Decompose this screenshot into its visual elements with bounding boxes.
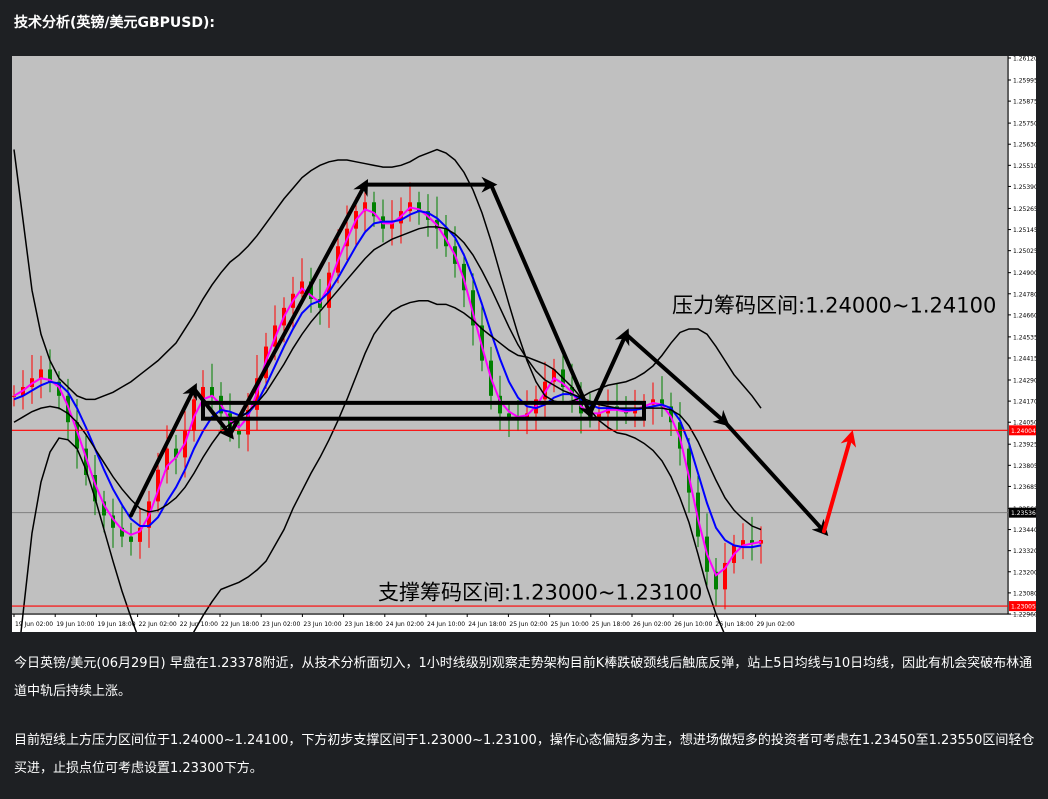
- analysis-paragraph-2: 目前短线上方压力区间位于1.24000~1.24100，下方初步支撑区间于1.2…: [14, 733, 1035, 776]
- y-tick-label: 1.24660: [1013, 312, 1036, 319]
- y-tick-label: 1.24290: [1013, 377, 1036, 384]
- x-tick-label: 19 Jun 02:00: [15, 621, 53, 628]
- current-price-badge: 1.23536: [1011, 510, 1036, 517]
- y-tick-label: 1.25265: [1013, 206, 1036, 213]
- x-tick-label: 23 Jun 18:00: [345, 621, 383, 628]
- y-tick-label: 1.24900: [1013, 270, 1036, 277]
- y-tick-label: 1.23440: [1013, 527, 1036, 534]
- x-tick-label: 26 Jun 10:00: [674, 621, 712, 628]
- x-tick-label: 29 Jun 02:00: [757, 621, 795, 628]
- y-tick-label: 1.25630: [1013, 142, 1036, 149]
- x-tick-label: 22 Jun 18:00: [221, 621, 259, 628]
- x-tick-label: 25 Jun 02:00: [509, 621, 547, 628]
- y-tick-label: 1.26120: [1013, 56, 1036, 63]
- x-tick-label: 24 Jun 10:00: [427, 621, 465, 628]
- y-tick-label: 1.25995: [1013, 77, 1036, 84]
- y-tick-label: 1.23320: [1013, 548, 1036, 555]
- y-tick-label: 1.24535: [1013, 334, 1036, 341]
- x-tick-label: 23 Jun 10:00: [303, 621, 341, 628]
- candle-body: [210, 387, 214, 396]
- x-tick-label: 25 Jun 10:00: [551, 621, 589, 628]
- x-tick-label: 22 Jun 02:00: [139, 621, 177, 628]
- y-tick-label: 1.25145: [1013, 227, 1036, 234]
- candle-body: [39, 369, 43, 379]
- y-tick-label: 1.24780: [1013, 291, 1036, 298]
- support-price-badge: 1.23005: [1011, 604, 1036, 611]
- resistance-price-badge: 1.24004: [1011, 428, 1036, 435]
- forex-chart: 1.26120 1.25995 1.25875 1.25750 1.25630 1.255…: [12, 56, 1036, 632]
- y-tick-label: 1.24415: [1013, 355, 1036, 362]
- x-tick-label: 24 Jun 18:00: [468, 621, 506, 628]
- x-tick-label: 24 Jun 02:00: [386, 621, 424, 628]
- chart-svg: 1.26120 1.25995 1.25875 1.25750 1.25630 1.255…: [12, 56, 1036, 632]
- page-heading: 技术分析(英镑/美元GBPUSD):: [14, 15, 216, 31]
- candle-body: [507, 413, 511, 417]
- x-tick-label: 19 Jun 18:00: [97, 621, 135, 628]
- x-tick-label: 19 Jun 10:00: [56, 621, 94, 628]
- y-tick-label: 1.23200: [1013, 569, 1036, 576]
- y-tick-label: 1.25390: [1013, 184, 1036, 191]
- y-tick-label: 1.25025: [1013, 248, 1036, 255]
- y-tick-label: 1.25875: [1013, 99, 1036, 106]
- analysis-paragraph-1: 今日英镑/美元(06月29日) 早盘在1.23378附近，从技术分析面切入，1小…: [14, 656, 1033, 699]
- resistance-zone-label: 压力筹码区间:1.24000~1.24100: [672, 293, 996, 317]
- x-tick-label: 26 Jun 02:00: [633, 621, 671, 628]
- x-tick-label: 25 Jun 18:00: [592, 621, 630, 628]
- candle-body: [129, 536, 133, 542]
- y-tick-label: 1.25750: [1013, 121, 1036, 128]
- y-tick-label: 1.23685: [1013, 484, 1036, 491]
- y-tick-label: 1.24170: [1013, 399, 1036, 406]
- candle-body: [237, 431, 241, 435]
- x-tick-label: 23 Jun 02:00: [262, 621, 300, 628]
- y-tick-label: 1.22960: [1013, 612, 1036, 619]
- y-tick-label: 1.23080: [1013, 590, 1036, 597]
- y-tick-label: 1.23805: [1013, 463, 1036, 470]
- support-zone-label: 支撑筹码区间:1.23000~1.23100: [378, 580, 702, 604]
- y-tick-label: 1.25510: [1013, 163, 1036, 170]
- y-tick-label: 1.23925: [1013, 442, 1036, 449]
- chart-background: [12, 56, 1036, 632]
